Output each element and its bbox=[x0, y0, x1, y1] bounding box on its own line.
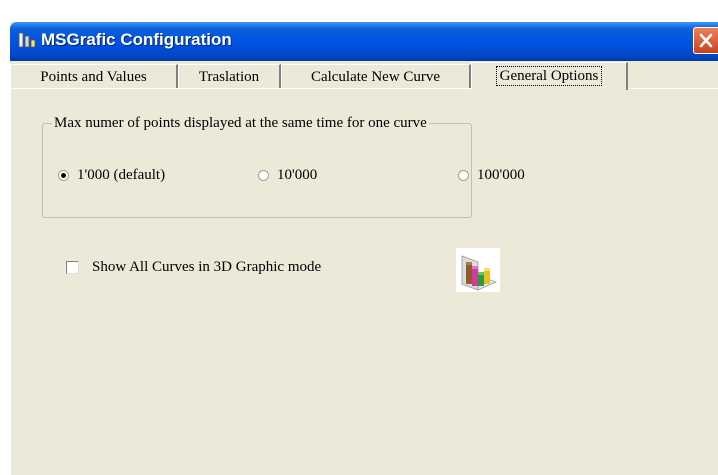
tab-points-and-values[interactable]: Points and Values bbox=[10, 64, 178, 88]
radio-button[interactable] bbox=[258, 169, 269, 181]
radio-100000-points[interactable]: 100'000 bbox=[458, 166, 525, 184]
title-bar[interactable]: MSGrafic Configuration bbox=[10, 22, 718, 61]
radio-10000-points[interactable]: 10'000 bbox=[258, 166, 317, 184]
tab-label: Points and Values bbox=[40, 69, 147, 85]
tab-traslation[interactable]: Traslation bbox=[178, 64, 281, 88]
tab-general-options[interactable]: General Options bbox=[471, 62, 628, 90]
tab-label: General Options bbox=[495, 66, 603, 86]
radio-1000-points[interactable]: 1'000 (default) bbox=[58, 166, 165, 184]
dialog-window: MSGrafic Configuration Points and Values… bbox=[10, 22, 718, 475]
radio-selected-dot bbox=[61, 172, 66, 178]
max-points-group-label: Max numer of points displayed at the sam… bbox=[52, 115, 429, 132]
3d-chart-icon bbox=[456, 248, 500, 292]
show-3d-checkbox-row[interactable]: Show All Curves in 3D Graphic mode bbox=[66, 258, 321, 276]
tab-label: Traslation bbox=[198, 69, 260, 85]
window-title: MSGrafic Configuration bbox=[41, 30, 232, 49]
tab-label: Calculate New Curve bbox=[310, 69, 441, 85]
tab-strip: Points and Values Traslation Calculate N… bbox=[10, 62, 718, 90]
bar-chart-app-icon bbox=[18, 32, 36, 48]
show-3d-label: Show All Curves in 3D Graphic mode bbox=[92, 258, 322, 275]
radio-button[interactable] bbox=[58, 169, 69, 181]
radio-label: 10'000 bbox=[277, 166, 318, 183]
radio-label: 100'000 bbox=[477, 166, 525, 183]
close-button[interactable] bbox=[693, 27, 718, 54]
radio-label: 1'000 (default) bbox=[77, 166, 166, 183]
radio-button[interactable] bbox=[458, 169, 469, 181]
close-icon bbox=[699, 33, 713, 48]
show-3d-checkbox[interactable] bbox=[66, 260, 79, 274]
tab-calculate-new-curve[interactable]: Calculate New Curve bbox=[281, 64, 471, 88]
